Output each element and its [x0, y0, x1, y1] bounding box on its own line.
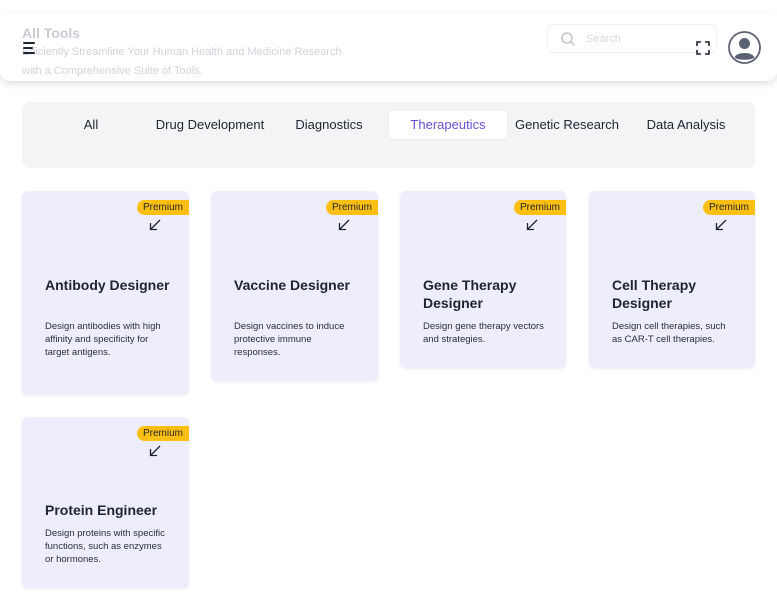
top-header: All Tools Efficiently Streamline Your Hu…	[0, 14, 777, 81]
page-subtitle: Efficiently Streamline Your Human Health…	[22, 46, 342, 77]
card-title: Gene Therapy Designer	[423, 277, 517, 311]
premium-badge: Premium	[137, 200, 189, 215]
fullscreen-icon[interactable]	[696, 41, 710, 55]
tab-data-analysis[interactable]: Data Analysis	[627, 111, 745, 139]
page-title: All Tools	[22, 25, 81, 41]
category-tabs: All Drug Development Diagnostics Therape…	[22, 102, 755, 168]
search-icon	[561, 32, 575, 46]
premium-badge: Premium	[137, 426, 189, 441]
tool-card-antibody-designer[interactable]: Premium Antibody Designer Design antibod…	[22, 191, 189, 395]
card-title: Protein Engineer	[45, 502, 158, 518]
tab-drug-development[interactable]: Drug Development	[151, 111, 269, 135]
menu-icon[interactable]	[23, 42, 37, 54]
search-box[interactable]	[547, 24, 717, 53]
arrow-down-left-icon	[526, 219, 538, 231]
card-description: Design antibodies with high affinity and…	[45, 321, 161, 358]
arrow-down-left-icon	[715, 219, 727, 231]
card-title: Cell Therapy Designer	[612, 277, 697, 311]
card-description: Design cell therapies, such as CAR-T cel…	[612, 321, 726, 345]
arrow-down-left-icon	[338, 219, 350, 231]
card-description: Design gene therapy vectors and strategi…	[423, 321, 544, 345]
tab-diagnostics[interactable]: Diagnostics	[270, 111, 388, 139]
tab-genetic-research[interactable]: Genetic Research	[508, 111, 626, 139]
card-description: Design vaccines to induce protective imm…	[234, 321, 345, 358]
search-input[interactable]	[586, 30, 696, 48]
card-description: Design proteins with specific functions,…	[45, 528, 165, 565]
tab-therapeutics[interactable]: Therapeutics	[389, 111, 507, 139]
premium-badge: Premium	[326, 200, 378, 215]
arrow-down-left-icon	[149, 445, 161, 457]
arrow-down-left-icon	[149, 219, 161, 231]
card-title: Antibody Designer	[45, 277, 170, 293]
tool-card-cell-therapy-designer[interactable]: Premium Cell Therapy Designer Design cel…	[589, 191, 755, 368]
header-text: All Tools Efficiently Streamline Your Hu…	[22, 24, 362, 81]
tool-card-protein-engineer[interactable]: Premium Protein Engineer Design proteins…	[22, 417, 189, 588]
tool-card-vaccine-designer[interactable]: Premium Vaccine Designer Design vaccines…	[211, 191, 378, 381]
premium-badge: Premium	[514, 200, 566, 215]
card-title: Vaccine Designer	[234, 277, 350, 293]
premium-badge: Premium	[703, 200, 755, 215]
user-avatar-icon[interactable]	[728, 31, 761, 64]
tool-card-gene-therapy-designer[interactable]: Premium Gene Therapy Designer Design gen…	[400, 191, 566, 368]
tab-all[interactable]: All	[32, 111, 150, 139]
